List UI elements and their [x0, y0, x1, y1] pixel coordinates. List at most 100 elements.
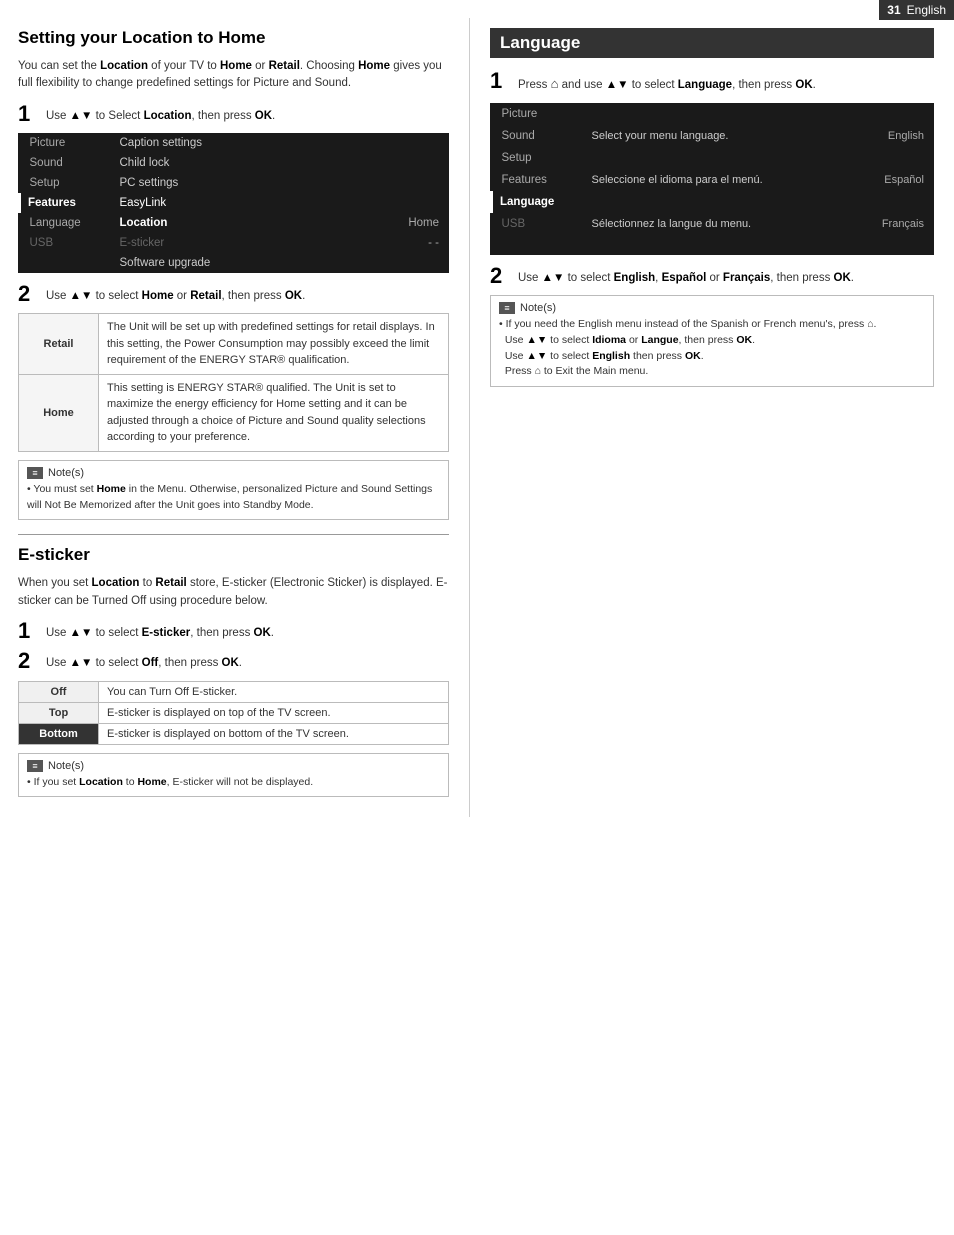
menu-value-esticker: - - — [389, 233, 449, 253]
esticker-top-row: Top E-sticker is displayed on top of the… — [19, 702, 449, 723]
step2-location: 2 Use ▲▼ to select Home or Retail, then … — [18, 283, 449, 305]
lang-label-features: Features — [492, 169, 582, 191]
location-title: Setting your Location to Home — [18, 28, 449, 48]
lang-value-espanol: Español — [848, 169, 934, 191]
lang-step2: 2 Use ▲▼ to select English, Español or F… — [490, 265, 934, 287]
menu-label-language: Language — [20, 213, 110, 233]
location-section: Setting your Location to Home You can se… — [18, 28, 449, 520]
lang-step1: 1 Press ⌂ and use ▲▼ to select Language,… — [490, 70, 934, 95]
note-text: • You must set Home in the Menu. Otherwi… — [27, 482, 440, 514]
lang-label-picture: Picture — [492, 103, 582, 125]
menu-item-easylink: EasyLink — [110, 193, 390, 213]
menu-item-location: Location — [110, 213, 390, 233]
retail-row: Retail The Unit will be set up with pred… — [19, 314, 449, 375]
esticker-note-label: Note(s) — [48, 760, 84, 772]
lang-value-francais: Français — [848, 213, 934, 235]
language-menu: Picture Sound Select your menu language.… — [490, 103, 934, 255]
lang-step1-number: 1 — [490, 70, 512, 92]
esticker-step2-text: Use ▲▼ to select Off, then press OK. — [46, 650, 242, 672]
right-column: Language 1 Press ⌂ and use ▲▼ to select … — [470, 18, 954, 817]
esticker-top-desc: E-sticker is displayed on top of the TV … — [99, 702, 449, 723]
menu-row-usb: USB E-sticker - - — [20, 233, 450, 253]
lang-value-english: English — [848, 125, 934, 147]
step2-text: Use ▲▼ to select Home or Retail, then pr… — [46, 283, 305, 305]
step1-location: 1 Use ▲▼ to Select Location, then press … — [18, 103, 449, 125]
section-divider — [18, 534, 449, 535]
esticker-off-row: Off You can Turn Off E-sticker. — [19, 681, 449, 702]
location-intro: You can set the Location of your TV to H… — [18, 58, 449, 93]
esticker-section: E-sticker When you set Location to Retai… — [18, 545, 449, 797]
lang-menu-setup: Setup — [492, 147, 935, 169]
lang-menu-picture: Picture — [492, 103, 935, 125]
lang-label-setup: Setup — [492, 147, 582, 169]
location-note: ≡ Note(s) • You must set Home in the Men… — [18, 460, 449, 521]
menu-item-childlock: Child lock — [110, 153, 390, 173]
lang-desc-english: Select your menu language. — [582, 125, 849, 147]
retail-label: Retail — [19, 314, 99, 375]
lang-note-text: • If you need the English menu instead o… — [499, 317, 925, 380]
menu-label-setup: Setup — [20, 173, 110, 193]
retail-desc: The Unit will be set up with predefined … — [99, 314, 449, 375]
lang-label-language: Language — [492, 191, 582, 213]
page-number: 31 — [887, 3, 900, 17]
page-badge: 31 English — [879, 0, 954, 20]
lang-menu-features: Features Seleccione el idioma para el me… — [492, 169, 935, 191]
esticker-note-icon: ≡ — [27, 760, 43, 772]
menu-item-caption: Caption settings — [110, 133, 390, 153]
language-note: ≡ Note(s) • If you need the English menu… — [490, 295, 934, 387]
menu-row-sound: Sound Child lock — [20, 153, 450, 173]
lang-menu-usb: USB Sélectionnez la langue du menu. Fran… — [492, 213, 935, 235]
esticker-bottom-row: Bottom E-sticker is displayed on bottom … — [19, 723, 449, 744]
esticker-step2: 2 Use ▲▼ to select Off, then press OK. — [18, 650, 449, 672]
lang-note-label: Note(s) — [520, 302, 556, 314]
lang-note-icon: ≡ — [499, 302, 515, 314]
menu-row-software: Software upgrade — [20, 253, 450, 273]
esticker-top-label: Top — [19, 702, 99, 723]
location-menu: Picture Caption settings Sound Child loc… — [18, 133, 449, 273]
lang-step1-text: Press ⌂ and use ▲▼ to select Language, t… — [518, 70, 816, 95]
esticker-off-desc: You can Turn Off E-sticker. — [99, 681, 449, 702]
esticker-title: E-sticker — [18, 545, 449, 565]
menu-label-sound: Sound — [20, 153, 110, 173]
step1-text: Use ▲▼ to Select Location, then press OK… — [46, 103, 275, 125]
esticker-bottom-desc: E-sticker is displayed on bottom of the … — [99, 723, 449, 744]
esticker-note-text: • If you set Location to Home, E-sticker… — [27, 775, 440, 791]
home-desc: This setting is ENERGY STAR® qualified. … — [99, 374, 449, 451]
lang-label-sound: Sound — [492, 125, 582, 147]
lang-label-usb: USB — [492, 213, 582, 235]
esticker-note: ≡ Note(s) • If you set Location to Home,… — [18, 753, 449, 798]
lang-desc-espanol: Seleccione el idioma para el menú. — [582, 169, 849, 191]
language-section: Language 1 Press ⌂ and use ▲▼ to select … — [490, 28, 934, 387]
page-layout: Setting your Location to Home You can se… — [0, 0, 954, 817]
esticker-note-header: ≡ Note(s) — [27, 760, 440, 772]
note-label: Note(s) — [48, 467, 84, 479]
menu-value-home: Home — [389, 213, 449, 233]
home-row: Home This setting is ENERGY STAR® qualif… — [19, 374, 449, 451]
lang-menu-empty2 — [492, 245, 935, 255]
menu-item-esticker: E-sticker — [110, 233, 390, 253]
menu-label-picture: Picture — [20, 133, 110, 153]
lang-step2-text: Use ▲▼ to select English, Español or Fra… — [518, 265, 854, 287]
left-column: Setting your Location to Home You can se… — [0, 18, 470, 817]
lang-note-header: ≡ Note(s) — [499, 302, 925, 314]
esticker-step1-text: Use ▲▼ to select E-sticker, then press O… — [46, 620, 274, 642]
menu-label-features: Features — [20, 193, 110, 213]
lang-menu-empty1 — [492, 235, 935, 245]
esticker-step2-number: 2 — [18, 650, 40, 672]
menu-row-language: Language Location Home — [20, 213, 450, 233]
lang-desc-francais: Sélectionnez la langue du menu. — [582, 213, 849, 235]
page-language: English — [907, 3, 946, 17]
menu-item-software: Software upgrade — [110, 253, 390, 273]
esticker-intro: When you set Location to Retail store, E… — [18, 575, 449, 610]
home-label: Home — [19, 374, 99, 451]
lang-menu-language: Language — [492, 191, 935, 213]
note-header: ≡ Note(s) — [27, 467, 440, 479]
esticker-off-label: Off — [19, 681, 99, 702]
home-icon: ⌂ — [551, 76, 559, 91]
step1-number: 1 — [18, 103, 40, 125]
esticker-bottom-label: Bottom — [19, 723, 99, 744]
menu-row-picture: Picture Caption settings — [20, 133, 450, 153]
menu-row-setup: Setup PC settings — [20, 173, 450, 193]
menu-row-features: Features EasyLink — [20, 193, 450, 213]
step2-number: 2 — [18, 283, 40, 305]
